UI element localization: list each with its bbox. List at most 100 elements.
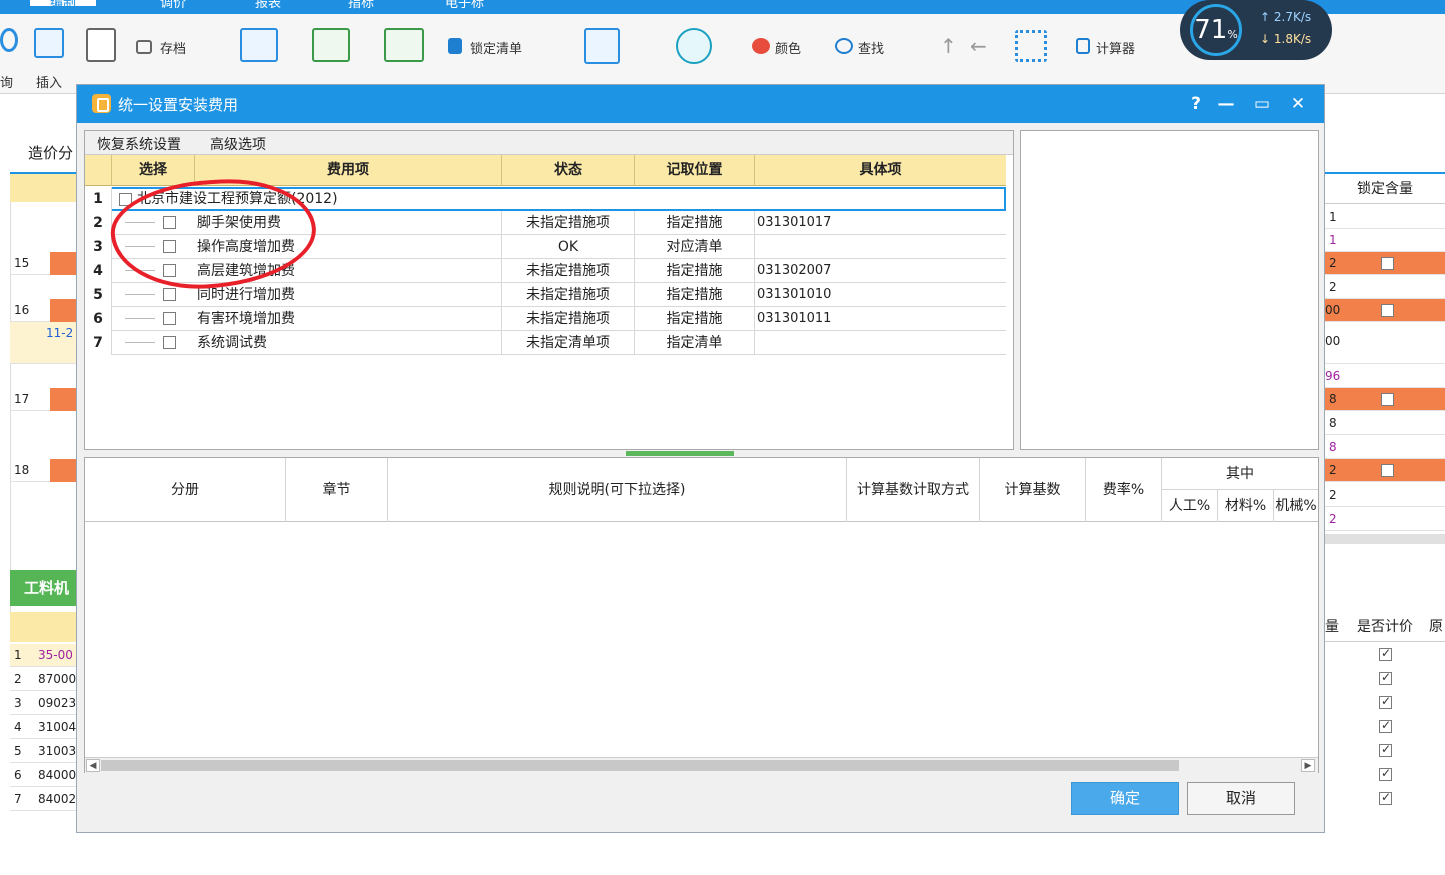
header-labor[interactable]: 人工%: [1162, 490, 1218, 522]
left-bottom-row[interactable]: 4 31004: [10, 716, 76, 739]
header-machine[interactable]: 机械%: [1274, 490, 1318, 522]
insert-label[interactable]: 插入: [36, 72, 62, 91]
fee-position[interactable]: 指定清单: [635, 331, 755, 355]
left-row-selected[interactable]: 11-2: [10, 322, 76, 364]
fee-row[interactable]: 4 高层建筑增加费 未指定措施项 指定措施 031302007: [85, 259, 1006, 283]
left-bottom-tab[interactable]: 工料机: [10, 570, 76, 606]
header-select[interactable]: 选择: [112, 155, 195, 186]
app-tab-price[interactable]: 调价: [160, 0, 186, 11]
lock-checkbox[interactable]: [1381, 304, 1394, 317]
lock-checkbox[interactable]: [1381, 464, 1394, 477]
lock-checkbox[interactable]: [1381, 393, 1394, 406]
color-button[interactable]: 颜色: [775, 38, 801, 57]
save-icon[interactable]: [136, 40, 152, 54]
left-bottom-row[interactable]: 7 84002: [10, 788, 76, 811]
app-tab-index[interactable]: 指标: [348, 0, 374, 11]
app-tab-bid[interactable]: 电子标: [445, 0, 484, 11]
calculator-icon[interactable]: [1076, 38, 1090, 54]
header-chapter[interactable]: 章节: [286, 458, 388, 522]
install-fee-icon[interactable]: [584, 28, 620, 64]
left-bottom-row[interactable]: 2 87000: [10, 668, 76, 691]
save-button[interactable]: 存档: [160, 38, 186, 57]
left-row-18[interactable]: 18: [10, 459, 86, 482]
row-select-checkbox[interactable]: [163, 336, 176, 349]
header-rate[interactable]: 费率%: [1086, 458, 1162, 522]
header-base[interactable]: 计算基数: [980, 458, 1086, 522]
left-bottom-row[interactable]: 3 09023: [10, 692, 76, 715]
fee-position[interactable]: 指定措施: [635, 283, 755, 307]
app-tab-report[interactable]: 报表: [255, 0, 281, 11]
header-base-method[interactable]: 计算基数计取方式: [847, 458, 980, 522]
left-bottom-row[interactable]: 1 35-00: [10, 644, 76, 667]
fee-specific[interactable]: 031301011: [755, 307, 1006, 331]
close-icon[interactable]: ✕: [1286, 92, 1310, 116]
is-priced-checkbox[interactable]: [1379, 790, 1392, 805]
arrow-left-icon[interactable]: ←: [970, 34, 987, 58]
fee-row[interactable]: 2 脚手架使用费 未指定措施项 指定措施 031301017: [85, 211, 1006, 235]
standard-price-icon[interactable]: [240, 28, 278, 62]
color-icon[interactable]: [752, 38, 770, 54]
header-rule[interactable]: 规则说明(可下拉选择): [388, 458, 847, 522]
fee-specific[interactable]: [755, 331, 1006, 355]
is-priced-checkbox[interactable]: [1379, 694, 1392, 709]
advanced-options-button[interactable]: 高级选项: [210, 134, 266, 154]
ok-button[interactable]: 确定: [1071, 782, 1179, 815]
header-material[interactable]: 材料%: [1218, 490, 1274, 522]
header-volume[interactable]: 分册: [85, 458, 286, 522]
group-checkbox[interactable]: [119, 193, 132, 206]
fee-row[interactable]: 3 操作高度增加费 OK 对应清单: [85, 235, 1006, 259]
fee-specific[interactable]: 031301010: [755, 283, 1006, 307]
fee-position[interactable]: 指定措施: [635, 211, 755, 235]
fee-specific[interactable]: 031301017: [755, 211, 1006, 235]
app-tab-edit[interactable]: 编制: [30, 0, 97, 11]
query-icon[interactable]: [0, 28, 18, 52]
binoculars-icon[interactable]: [835, 38, 853, 54]
reuse-data-icon[interactable]: [312, 28, 350, 62]
scroll-left-icon[interactable]: ◀: [86, 759, 100, 772]
left-bottom-row[interactable]: 5 31003: [10, 740, 76, 763]
calculator-button[interactable]: 计算器: [1096, 38, 1135, 57]
header-fee-item[interactable]: 费用项: [195, 155, 502, 186]
minimize-icon[interactable]: —: [1214, 92, 1238, 116]
dialog-title-bar[interactable]: 统一设置安装费用 ? — ▭ ✕: [77, 85, 1324, 123]
help-button[interactable]: ?: [1184, 92, 1208, 116]
is-priced-checkbox[interactable]: [1379, 646, 1392, 661]
fee-row[interactable]: 6 有害环境增加费 未指定措施项 指定措施 031301011: [85, 307, 1006, 331]
insert-icon[interactable]: [34, 28, 64, 58]
row-select-checkbox[interactable]: [163, 240, 176, 253]
scroll-right-icon[interactable]: ▶: [1301, 759, 1315, 772]
fee-group-row[interactable]: 1 北京市建设工程预算定额(2012): [85, 187, 1006, 211]
fee-position[interactable]: 对应清单: [635, 235, 755, 259]
switch-major-icon[interactable]: [676, 28, 712, 64]
fee-row[interactable]: 5 同时进行增加费 未指定措施项 指定措施 031301010: [85, 283, 1006, 307]
lock-content-header[interactable]: 锁定含量: [1325, 172, 1445, 204]
fee-specific[interactable]: [755, 235, 1006, 259]
left-row-15[interactable]: 15: [10, 252, 86, 275]
horizontal-scrollbar[interactable]: ◀ ▶: [85, 757, 1318, 773]
row-select-checkbox[interactable]: [163, 216, 176, 229]
other-grid-icon[interactable]: [1015, 30, 1047, 62]
supplement-icon[interactable]: [86, 28, 116, 62]
lock-list-button[interactable]: 锁定清单: [470, 38, 522, 57]
row-select-checkbox[interactable]: [163, 264, 176, 277]
is-priced-checkbox[interactable]: [1379, 742, 1392, 757]
is-priced-checkbox[interactable]: [1379, 766, 1392, 781]
header-status[interactable]: 状态: [502, 155, 635, 186]
fee-position[interactable]: 指定措施: [635, 307, 755, 331]
right-scrollbar[interactable]: [1325, 534, 1445, 544]
restore-system-settings-button[interactable]: 恢复系统设置: [97, 134, 181, 154]
fee-row[interactable]: 7 系统调试费 未指定清单项 指定清单: [85, 331, 1006, 355]
is-priced-checkbox[interactable]: [1379, 718, 1392, 733]
header-specific[interactable]: 具体项: [755, 155, 1006, 186]
query-label[interactable]: 询: [0, 72, 13, 91]
lock-checkbox[interactable]: [1381, 257, 1394, 270]
fee-specific[interactable]: 031302007: [755, 259, 1006, 283]
lock-icon[interactable]: [448, 38, 462, 54]
replace-data-icon[interactable]: [384, 28, 424, 62]
left-row-16[interactable]: 16: [10, 299, 86, 322]
row-select-checkbox[interactable]: [163, 288, 176, 301]
scroll-thumb[interactable]: [101, 760, 1179, 771]
fee-position[interactable]: 指定措施: [635, 259, 755, 283]
header-position[interactable]: 记取位置: [635, 155, 755, 186]
left-row-17[interactable]: 17: [10, 388, 86, 411]
